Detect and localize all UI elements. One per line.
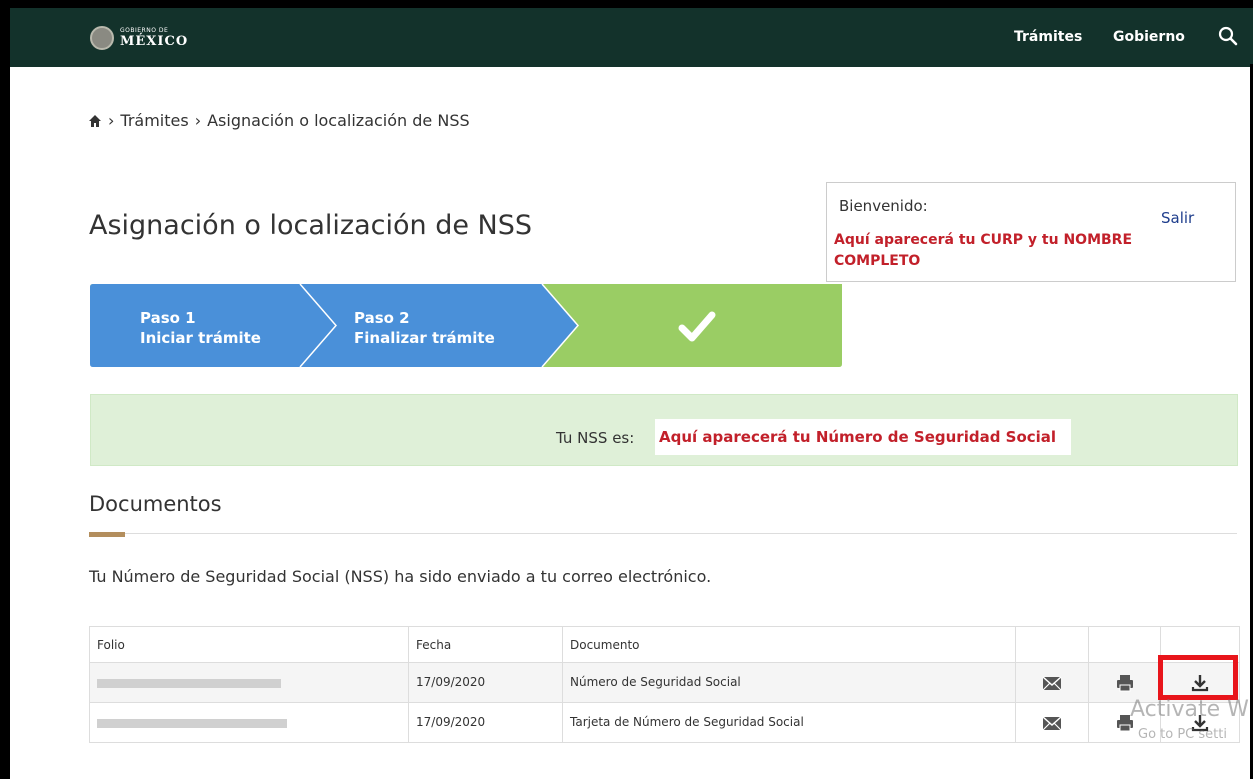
table-row: 17/09/2020 Número de Seguridad Social — [89, 662, 1240, 703]
nss-value-placeholder: Aquí aparecerá tu Número de Seguridad So… — [655, 419, 1071, 455]
breadcrumb-current: Asignación o localización de NSS — [207, 111, 470, 130]
folio-redacted — [97, 679, 281, 688]
step-2: Paso 2 Finalizar trámite — [354, 308, 495, 348]
documents-title: Documentos — [89, 492, 222, 516]
welcome-box: Bienvenido: Salir Aquí aparecerá tu CURP… — [826, 182, 1236, 282]
step-2-number: Paso 2 — [354, 309, 410, 327]
documento-cell: Tarjeta de Número de Seguridad Social — [562, 702, 1016, 743]
home-icon[interactable] — [88, 114, 102, 128]
header-fecha: Fecha — [408, 626, 563, 663]
user-info-placeholder: Aquí aparecerá tu CURP y tu NOMBRE COMPL… — [834, 232, 1133, 269]
breadcrumb-separator: › — [194, 111, 202, 130]
print-icon[interactable] — [1114, 672, 1136, 694]
mail-cell — [1015, 702, 1089, 743]
nss-label: Tu NSS es: — [556, 429, 635, 447]
step-1: Paso 1 Iniciar trámite — [140, 308, 261, 348]
gobierno-logo[interactable]: GOBIERNO DE MÉXICO — [90, 26, 188, 50]
nss-alert: Tu NSS es: Aquí aparecerá tu Número de S… — [90, 394, 1238, 466]
nav-tramites[interactable]: Trámites — [1014, 29, 1082, 45]
documento-cell: Número de Seguridad Social — [562, 662, 1016, 703]
breadcrumb-tramites[interactable]: Trámites — [120, 111, 188, 130]
step-1-number: Paso 1 — [140, 309, 196, 327]
header-empty — [1088, 626, 1161, 663]
logout-link[interactable]: Salir — [1161, 209, 1194, 227]
breadcrumb: › Trámites › Asignación o localización d… — [88, 111, 470, 130]
stepper: Paso 1 Iniciar trámite Paso 2 Finalizar … — [90, 284, 842, 367]
fecha-cell: 17/09/2020 — [408, 662, 563, 703]
table-row: 17/09/2020 Tarjeta de Número de Segurida… — [89, 702, 1240, 743]
folio-cell — [89, 662, 409, 703]
section-divider — [89, 533, 1237, 534]
frame-left — [0, 64, 10, 779]
documents-notice: Tu Número de Seguridad Social (NSS) ha s… — [89, 567, 712, 586]
step-2-label: Finalizar trámite — [354, 329, 495, 347]
header-empty — [1015, 626, 1089, 663]
folio-redacted — [97, 719, 287, 728]
documents-table: Folio Fecha Documento 17/09/2020 Número … — [89, 626, 1240, 743]
nav-gobierno[interactable]: Gobierno — [1113, 29, 1185, 45]
activation-watermark: Activate W — [1130, 697, 1249, 722]
mail-cell — [1015, 662, 1089, 703]
fecha-cell: 17/09/2020 — [408, 702, 563, 743]
search-icon[interactable] — [1217, 25, 1239, 47]
folio-cell — [89, 702, 409, 743]
logo-big-text: MÉXICO — [120, 34, 189, 49]
seal-icon — [90, 26, 114, 50]
header-folio: Folio — [89, 626, 409, 663]
welcome-label: Bienvenido: — [839, 197, 928, 215]
navbar: GOBIERNO DE MÉXICO Trámites Gobierno — [10, 8, 1253, 67]
mail-icon[interactable] — [1041, 672, 1063, 694]
page-title: Asignación o localización de NSS — [89, 210, 532, 241]
header-documento: Documento — [562, 626, 1016, 663]
activation-watermark-sub: Go to PC setti — [1138, 727, 1227, 742]
step-1-label: Iniciar trámite — [140, 329, 261, 347]
breadcrumb-separator: › — [108, 111, 115, 130]
mail-icon[interactable] — [1041, 712, 1063, 734]
download-highlight — [1158, 655, 1238, 700]
section-accent — [89, 532, 125, 537]
table-header-row: Folio Fecha Documento — [89, 626, 1240, 663]
